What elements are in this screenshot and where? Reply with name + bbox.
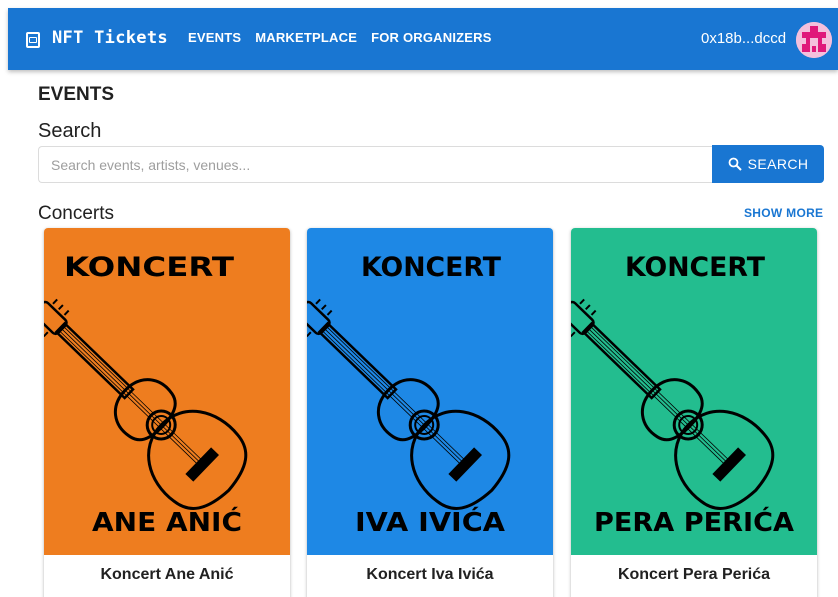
ticket-icon: [26, 32, 40, 48]
search-field: [38, 146, 713, 183]
wallet-address[interactable]: 0x18b...dccd: [701, 30, 786, 47]
nav-for-organizers[interactable]: FOR ORGANIZERS: [371, 30, 492, 45]
event-card-title: Koncert Ane Anić: [100, 566, 234, 583]
avatar[interactable]: [796, 22, 832, 58]
poster-bottom-text: PERA PERIĆA: [594, 506, 794, 538]
app-bar: NFT Tickets EVENTS MARKETPLACE FOR ORGAN…: [8, 8, 838, 70]
search-icon: [728, 157, 742, 171]
search-button-label: SEARCH: [747, 156, 809, 172]
poster-top-text: KONCERT: [64, 252, 235, 283]
event-card[interactable]: KONCERT: [571, 228, 817, 597]
page-title: EVENTS: [38, 84, 115, 105]
identicon-icon: [796, 22, 832, 58]
poster-bottom-text: IVA IVIĆA: [355, 506, 505, 538]
event-poster: KONCERT: [44, 228, 290, 555]
main-nav: EVENTS MARKETPLACE FOR ORGANIZERS: [188, 30, 492, 45]
event-poster: KONCERT: [571, 228, 817, 555]
search-button[interactable]: SEARCH: [712, 145, 824, 183]
event-poster: KONCERT: [307, 228, 553, 555]
event-card-title: Koncert Pera Perića: [617, 566, 771, 583]
nav-events[interactable]: EVENTS: [188, 30, 241, 45]
poster-top-text: KONCERT: [361, 252, 502, 283]
brand-title[interactable]: NFT Tickets: [52, 28, 168, 48]
section-title-concerts: Concerts: [38, 203, 115, 224]
poster-bottom-text: ANE ANIĆ: [92, 506, 242, 538]
event-card[interactable]: KONCERT: [307, 228, 553, 597]
show-more-button[interactable]: SHOW MORE: [744, 206, 823, 220]
event-card-title: Koncert Iva Ivića: [366, 566, 494, 583]
poster-top-text: KONCERT: [625, 252, 766, 283]
nav-marketplace[interactable]: MARKETPLACE: [255, 30, 357, 45]
event-card[interactable]: KONCERT: [44, 228, 290, 597]
search-label: Search: [38, 120, 102, 142]
search-input[interactable]: [39, 147, 713, 182]
